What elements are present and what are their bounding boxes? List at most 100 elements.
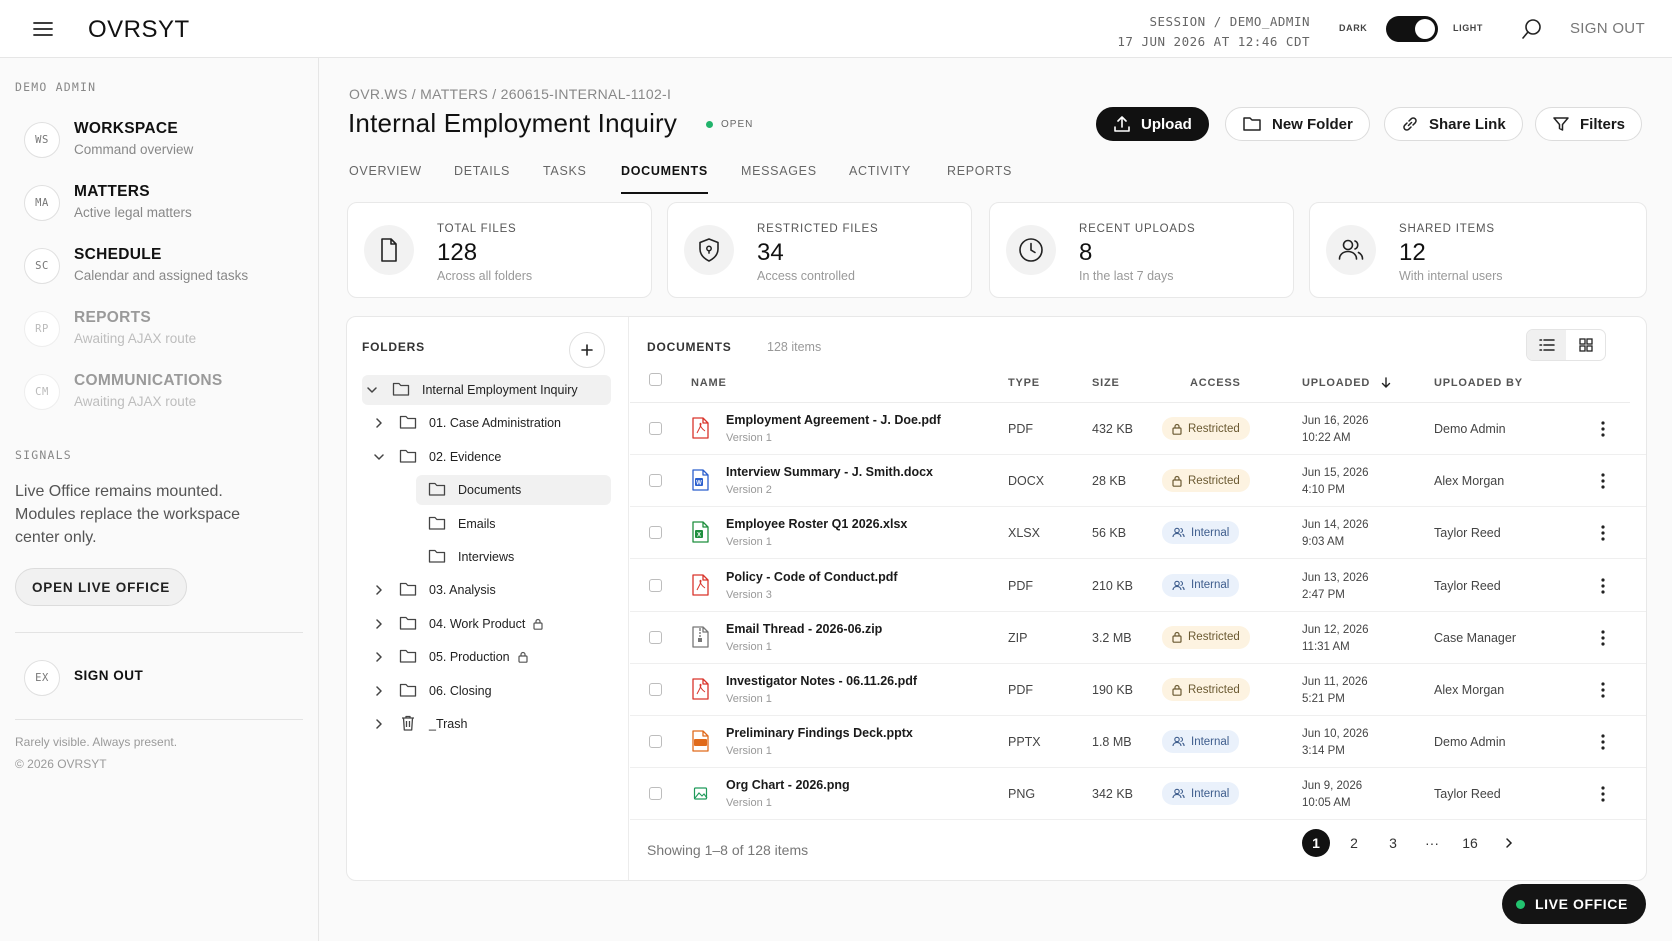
stat-label: TOTAL FILES [437, 223, 517, 235]
more-options-icon[interactable] [1596, 784, 1610, 804]
row-checkbox[interactable] [649, 630, 662, 644]
table-row[interactable]: X Employee Roster Q1 2026.xlsx Version 1 XL… [630, 507, 1646, 560]
table-row[interactable]: Investigator Notes - 06.11.26.pdf Version… [630, 664, 1646, 716]
file-name-link[interactable]: Investigator Notes - 06.11.26.pdf [726, 674, 917, 688]
column-header-name[interactable]: NAME [691, 377, 727, 389]
uploaded-time: 4:10 PM [1302, 484, 1345, 497]
table-row[interactable]: Policy - Code of Conduct.pdf Version 3 PDF… [630, 560, 1646, 612]
page-button-1[interactable]: 1 [1302, 829, 1330, 857]
file-name-link[interactable]: Org Chart - 2026.png [726, 778, 850, 792]
row-checkbox[interactable] [649, 787, 662, 801]
chevron-right-icon[interactable] [373, 584, 385, 596]
column-header-uploaded[interactable]: UPLOADED [1302, 377, 1392, 389]
row-checkbox[interactable] [649, 474, 662, 488]
chevron-down-icon[interactable] [366, 384, 378, 396]
column-header-size[interactable]: SIZE [1092, 377, 1120, 389]
upload-button[interactable]: Upload [1096, 107, 1209, 141]
column-header-uploaded-by[interactable]: UPLOADED BY [1434, 377, 1523, 389]
table-row[interactable]: Employment Agreement - J. Doe.pdf Version… [630, 403, 1646, 455]
uploaded-time: 5:21 PM [1302, 693, 1345, 705]
tab-activity[interactable]: ACTIVITY [849, 160, 911, 194]
folder-tree-item[interactable]: 01. Case Administration [369, 408, 611, 438]
folder-tree-item[interactable]: _Trash [369, 709, 611, 739]
tab-overview[interactable]: OVERVIEW [349, 160, 422, 194]
share-link-button[interactable]: Share Link [1384, 107, 1523, 141]
tab-messages[interactable]: MESSAGES [741, 160, 817, 194]
live-office-button[interactable]: LIVE OFFICE [1502, 884, 1646, 924]
more-options-icon[interactable] [1596, 576, 1610, 596]
chevron-down-icon[interactable] [373, 451, 385, 463]
file-name-link[interactable]: Employment Agreement - J. Doe.pdf [726, 413, 941, 427]
chevron-right-icon[interactable] [373, 718, 385, 730]
list-view-icon[interactable] [1527, 330, 1566, 360]
tab-reports[interactable]: REPORTS [947, 160, 1012, 194]
chevron-right-icon[interactable] [373, 651, 385, 663]
table-row[interactable]: Preliminary Findings Deck.pptx Version 1 P… [630, 716, 1646, 769]
folder-tree-item[interactable]: 06. Closing [369, 676, 611, 706]
more-options-icon[interactable] [1596, 628, 1610, 648]
search-icon[interactable] [1521, 18, 1543, 40]
file-name-link[interactable]: Email Thread - 2026-06.zip [726, 622, 882, 636]
signals-text: Live Office remains mounted. Modules rep… [15, 483, 241, 546]
brand-logo[interactable]: OVRSYT [88, 16, 190, 44]
sign-out-link[interactable]: SIGN OUT [1570, 20, 1645, 37]
breadcrumb[interactable]: OVR.WS / MATTERS / 260615-INTERNAL-1102-… [349, 86, 671, 102]
file-name-link[interactable]: Interview Summary - J. Smith.docx [726, 465, 933, 479]
folder-tree-item[interactable]: Emails [416, 509, 611, 539]
sidebar-item-reports[interactable]: RP REPORTS Awaiting AJAX route [24, 305, 304, 355]
uploaded-time: 9:03 AM [1302, 536, 1345, 549]
chevron-right-icon[interactable] [373, 618, 385, 630]
select-all-checkbox[interactable] [649, 373, 662, 386]
page-button-3[interactable]: 3 [1379, 829, 1407, 857]
next-page-icon[interactable] [1495, 829, 1523, 857]
row-checkbox[interactable] [649, 526, 662, 540]
folder-tree-item[interactable]: Documents [416, 475, 611, 506]
file-name-link[interactable]: Policy - Code of Conduct.pdf [726, 570, 898, 584]
table-row[interactable]: Email Thread - 2026-06.zip Version 1 ZIP 3.… [630, 612, 1646, 664]
folder-tree-item[interactable]: 04. Work Product [369, 609, 611, 639]
folder-tree-item[interactable]: 02. Evidence [369, 442, 611, 472]
row-checkbox[interactable] [649, 422, 662, 435]
add-folder-button[interactable] [569, 332, 605, 368]
chevron-right-icon[interactable] [373, 685, 385, 697]
more-options-icon[interactable] [1596, 471, 1610, 491]
more-options-icon[interactable] [1596, 732, 1610, 752]
menu-icon[interactable] [32, 19, 54, 39]
row-checkbox[interactable] [649, 578, 662, 592]
table-row[interactable]: Org Chart - 2026.png Version 1 PNG 342 KB In… [630, 768, 1646, 821]
sidebar-item-schedule[interactable]: SC SCHEDULE Calendar and assigned tasks [24, 242, 304, 292]
folder-icon [399, 416, 417, 430]
chevron-right-icon[interactable] [373, 417, 385, 429]
column-header-access[interactable]: ACCESS [1190, 377, 1241, 389]
page-button-16[interactable]: 16 [1456, 829, 1484, 857]
new-folder-button[interactable]: New Folder [1225, 107, 1370, 141]
theme-toggle[interactable] [1386, 16, 1438, 42]
more-options-icon[interactable] [1596, 523, 1610, 543]
sidebar-item-communications[interactable]: CM COMMUNICATIONS Awaiting AJAX route [24, 368, 304, 418]
more-options-icon[interactable] [1596, 419, 1610, 439]
open-live-office-button[interactable]: OPEN LIVE OFFICE [15, 568, 188, 606]
table-row[interactable]: W Interview Summary - J. Smith.docx Versio… [630, 455, 1646, 508]
sidebar-item-matters[interactable]: MA MATTERS Active legal matters [24, 179, 304, 229]
column-header-type[interactable]: TYPE [1008, 377, 1040, 389]
row-checkbox[interactable] [649, 735, 662, 749]
tab-tasks[interactable]: TASKS [543, 160, 587, 194]
sidebar-item-workspace[interactable]: WS WORKSPACE Command overview [24, 116, 304, 166]
folder-tree-item[interactable]: 03. Analysis [369, 575, 611, 605]
folder-tree-item[interactable]: Internal Employment Inquiry [362, 375, 611, 405]
page-button-2[interactable]: 2 [1340, 829, 1368, 857]
upload-label: Upload [1141, 115, 1192, 133]
nav-title: WORKSPACE [74, 120, 179, 137]
new-folder-label: New Folder [1272, 115, 1353, 133]
filters-button[interactable]: Filters [1535, 107, 1643, 141]
folder-tree-item[interactable]: Interviews [416, 542, 611, 572]
tab-documents[interactable]: DOCUMENTS [621, 160, 708, 194]
grid-view-icon[interactable] [1566, 330, 1605, 360]
tab-details[interactable]: DETAILS [454, 160, 510, 194]
more-options-icon[interactable] [1596, 680, 1610, 700]
folder-tree-item[interactable]: 05. Production [369, 642, 611, 672]
file-name-link[interactable]: Employee Roster Q1 2026.xlsx [726, 517, 907, 531]
file-name-link[interactable]: Preliminary Findings Deck.pptx [726, 726, 913, 740]
sidebar-sign-out[interactable]: EX SIGN OUT [24, 654, 304, 704]
row-checkbox[interactable] [649, 683, 662, 696]
